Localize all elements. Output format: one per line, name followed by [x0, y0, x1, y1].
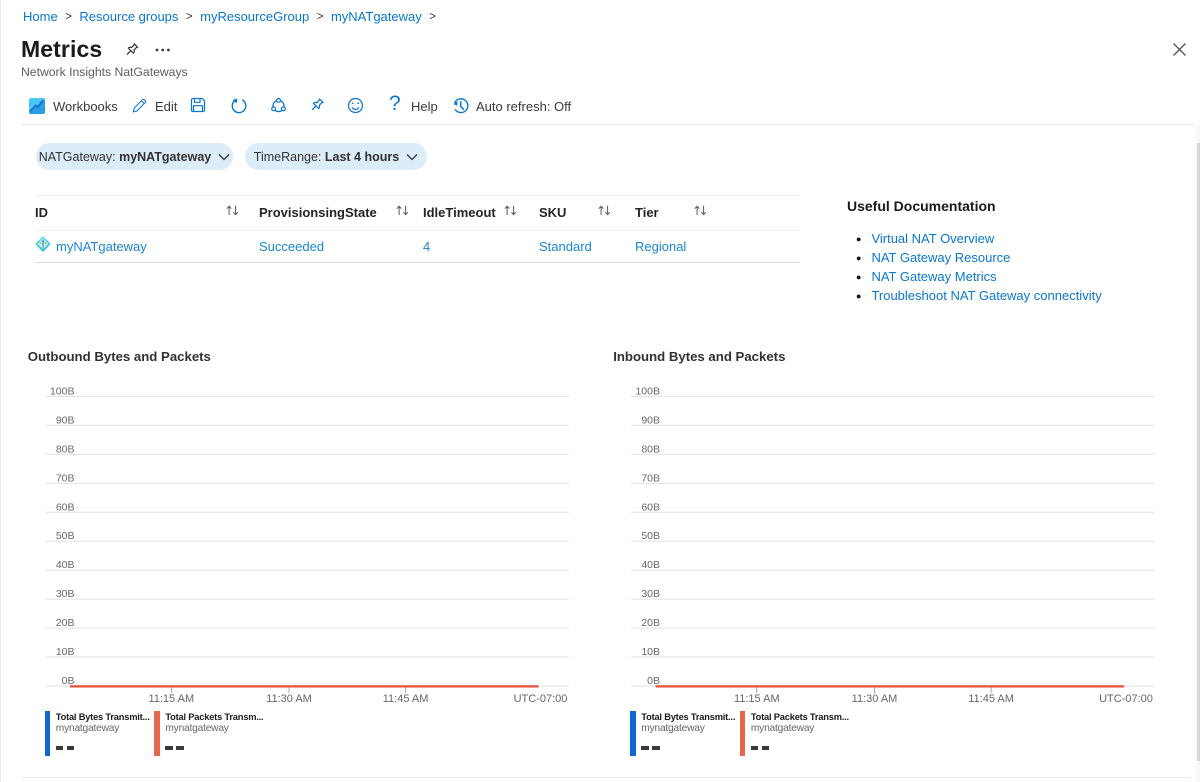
- svg-text:11:15 AM: 11:15 AM: [734, 693, 780, 705]
- svg-text:30B: 30B: [641, 588, 660, 600]
- svg-text:90B: 90B: [641, 414, 660, 426]
- svg-text:90B: 90B: [56, 414, 75, 426]
- svg-text:100B: 100B: [635, 386, 660, 398]
- svg-text:70B: 70B: [641, 472, 660, 484]
- svg-text:11:45 AM: 11:45 AM: [383, 693, 429, 705]
- svg-text:11:15 AM: 11:15 AM: [148, 693, 194, 705]
- svg-text:0B: 0B: [647, 675, 660, 687]
- svg-text:50B: 50B: [56, 530, 75, 542]
- svg-text:UTC-07:00: UTC-07:00: [514, 693, 568, 705]
- svg-text:10B: 10B: [641, 646, 660, 658]
- svg-text:80B: 80B: [641, 443, 660, 455]
- svg-text:10B: 10B: [56, 646, 75, 658]
- svg-text:50B: 50B: [641, 530, 660, 542]
- svg-text:11:45 AM: 11:45 AM: [968, 693, 1014, 705]
- svg-text:11:30 AM: 11:30 AM: [852, 693, 898, 705]
- svg-text:80B: 80B: [56, 443, 75, 455]
- svg-text:40B: 40B: [641, 559, 660, 571]
- svg-text:70B: 70B: [56, 472, 75, 484]
- svg-text:11:30 AM: 11:30 AM: [266, 693, 312, 705]
- svg-text:30B: 30B: [56, 588, 75, 600]
- svg-text:60B: 60B: [56, 501, 75, 513]
- svg-text:60B: 60B: [641, 501, 660, 513]
- svg-text:20B: 20B: [641, 617, 660, 629]
- svg-text:UTC-07:00: UTC-07:00: [1099, 693, 1153, 705]
- svg-text:0B: 0B: [62, 675, 75, 687]
- svg-text:20B: 20B: [56, 617, 75, 629]
- svg-text:100B: 100B: [50, 386, 75, 398]
- svg-text:40B: 40B: [56, 559, 75, 571]
